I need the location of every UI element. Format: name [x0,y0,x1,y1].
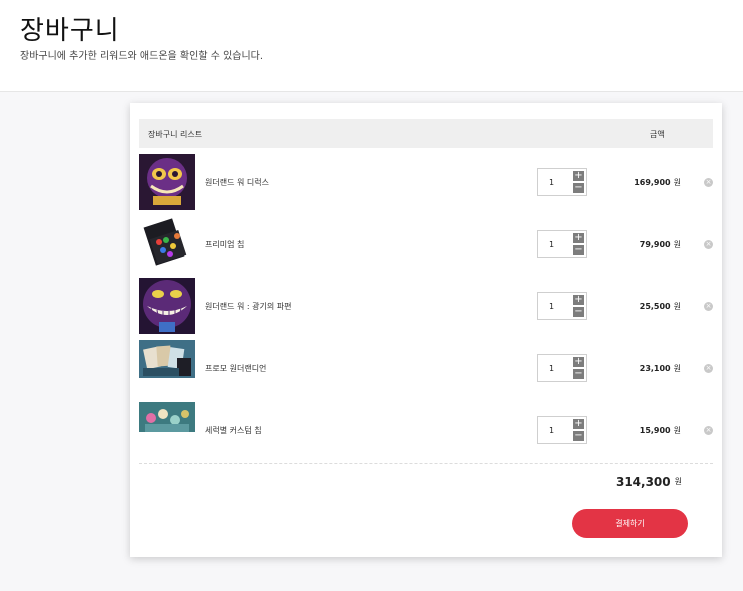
divider [139,463,713,464]
quantity-decrease-button[interactable]: − [573,431,584,441]
item-price-value: 23,100 [639,364,671,373]
page-header: 장바구니 장바구니에 추가한 리워드와 애드온을 확인할 수 있습니다. [0,0,743,92]
remove-item-button[interactable]: × [704,364,713,373]
cart-total: 314,300 원 [616,475,682,489]
remove-item-button[interactable]: × [704,178,713,187]
cart-card: 장바구니 리스트 금액 원더랜드 워 디럭스 1 + − 169,900원 × [130,103,722,557]
quantity-input[interactable]: 1 [549,364,554,373]
page-title: 장바구니 [20,16,120,46]
quantity-decrease-button[interactable]: − [573,183,584,193]
currency-unit: 원 [673,178,681,187]
product-thumbnail[interactable] [139,402,195,458]
item-name: 원더랜드 워 : 광기의 파편 [205,302,292,311]
cart-row: 프리미엄 칩 1 + − 79,900 원 × [139,216,713,272]
quantity-stepper: 1 + − [537,416,587,444]
quantity-increase-button[interactable]: + [573,233,584,243]
price-header-label: 금액 [650,130,665,139]
quantity-increase-button[interactable]: + [573,357,584,367]
quantity-stepper: 1 + − [537,230,587,258]
quantity-stepper: 1 + − [537,168,587,196]
item-name: 프리미엄 칩 [205,240,245,249]
item-price: 169,900 원 [634,177,681,188]
item-name: 세럭별 커스텀 칩 [205,426,262,435]
currency-unit: 원 [673,302,681,311]
quantity-increase-button[interactable]: + [573,295,584,305]
item-name: 원더랜드 워 디럭스 [205,178,269,187]
item-price: 15,900 원 [640,425,681,436]
cart-list-header: 장바구니 리스트 금액 [139,119,713,148]
product-thumbnail[interactable] [139,340,195,396]
quantity-decrease-button[interactable]: − [573,307,584,317]
quantity-stepper: 1 + − [537,354,587,382]
item-price: 23,100 원 [640,363,681,374]
product-thumbnail[interactable] [139,216,195,272]
page-subtitle: 장바구니에 추가한 리워드와 애드온을 확인할 수 있습니다. [20,51,264,62]
remove-item-button[interactable]: × [704,302,713,311]
currency-unit: 원 [673,426,681,435]
quantity-input[interactable]: 1 [549,240,554,249]
product-thumbnail[interactable] [139,278,195,334]
list-header-label: 장바구니 리스트 [148,130,203,139]
cart-row: 세럭별 커스텀 칩 1 + − 15,900 원 × [139,402,713,458]
currency-unit: 원 [674,477,682,486]
item-price-value: 79,900 [639,240,671,249]
quantity-input[interactable]: 1 [549,426,554,435]
item-price: 79,900 원 [640,239,681,250]
cart-row: 프로모 원더랜디언 1 + − 23,100 원 × [139,340,713,396]
currency-unit: 원 [673,364,681,373]
quantity-decrease-button[interactable]: − [573,369,584,379]
quantity-stepper: 1 + − [537,292,587,320]
quantity-input[interactable]: 1 [549,178,554,187]
quantity-input[interactable]: 1 [549,302,554,311]
item-price: 25,500 원 [640,301,681,312]
product-thumbnail[interactable] [139,154,195,210]
checkout-button[interactable]: 결제하기 [572,509,688,538]
currency-unit: 원 [673,240,681,249]
quantity-increase-button[interactable]: + [573,171,584,181]
quantity-decrease-button[interactable]: − [573,245,584,255]
remove-item-button[interactable]: × [704,240,713,249]
item-price-value: 169,900 [634,178,671,187]
cart-row: 원더랜드 워 : 광기의 파편 1 + − 25,500 원 × [139,278,713,334]
cart-row: 원더랜드 워 디럭스 1 + − 169,900 원 × [139,154,713,210]
remove-item-button[interactable]: × [704,426,713,435]
item-price-value: 15,900 [639,426,671,435]
quantity-increase-button[interactable]: + [573,419,584,429]
item-name: 프로모 원더랜디언 [205,364,267,373]
item-price-value: 25,500 [639,302,671,311]
cart-total-value: 314,300 [615,475,671,489]
